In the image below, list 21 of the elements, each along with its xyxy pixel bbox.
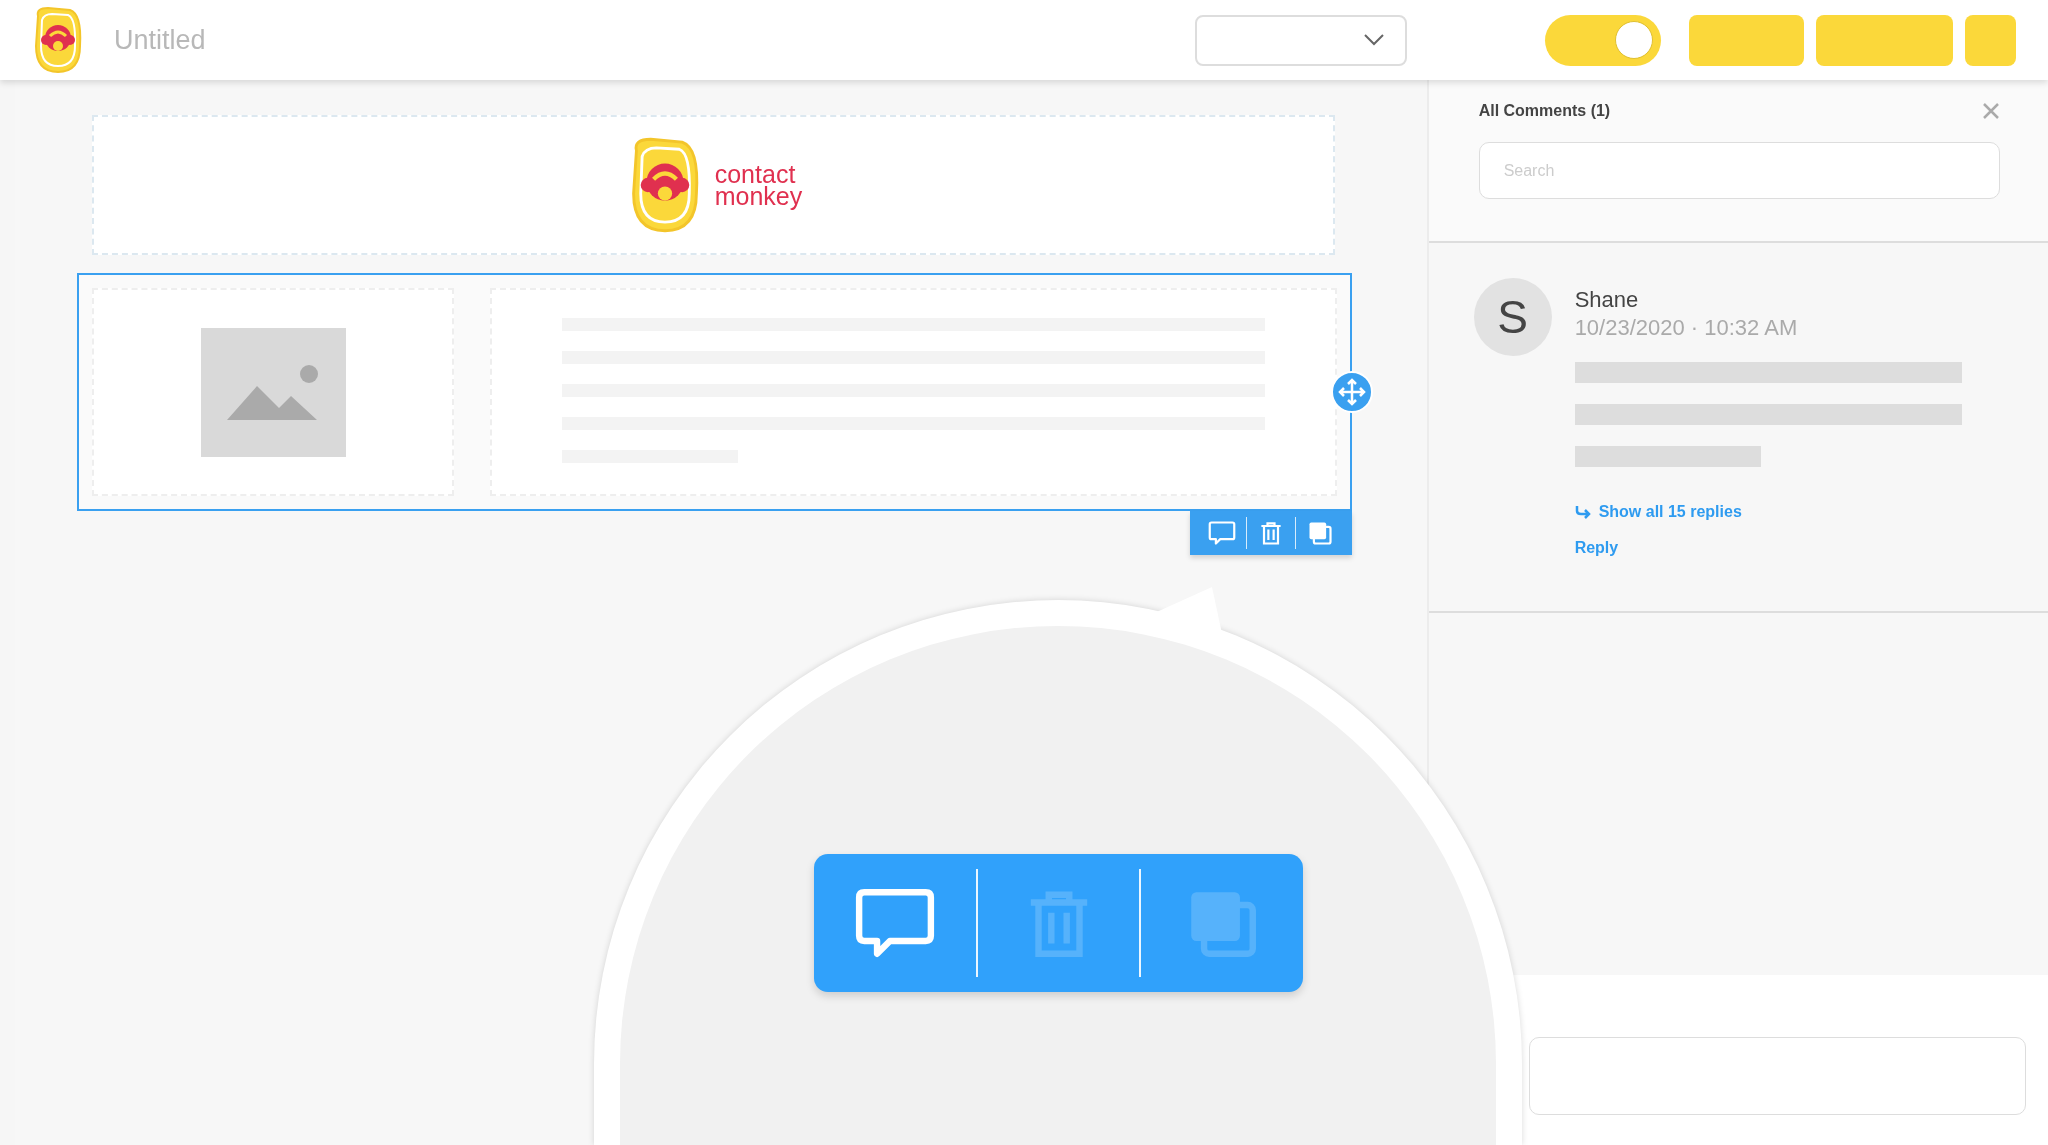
selected-content-block[interactable] [77, 273, 1352, 511]
dropdown[interactable] [1195, 14, 1407, 66]
move-icon[interactable] [1331, 371, 1373, 413]
panel-title: All Comments (1) [1478, 102, 1611, 120]
close-icon[interactable] [1982, 102, 2000, 120]
document-title[interactable]: Untitled [114, 24, 206, 56]
toolbar-button[interactable] [1689, 14, 1804, 66]
reply-arrow-icon [1574, 505, 1593, 519]
toggle-switch[interactable] [1545, 14, 1661, 66]
speech-bubble-icon[interactable] [1208, 519, 1236, 547]
reply-link[interactable]: Reply [1574, 539, 1619, 557]
comment-timestamp: 10/23/2020 · 10:32 AM [1574, 315, 1799, 341]
toolbar-button[interactable] [1965, 14, 2016, 66]
comment-input-field[interactable] [1528, 1037, 2026, 1115]
toolbar-button[interactable] [1816, 14, 1953, 66]
avatar: S [1473, 278, 1552, 356]
image-placeholder-icon [200, 327, 346, 457]
comment-author: Shane [1574, 287, 1640, 313]
logo-text: contact [714, 163, 796, 185]
chevron-down-icon [1363, 33, 1385, 47]
show-replies-link[interactable]: Show all 15 replies [1598, 503, 1742, 521]
